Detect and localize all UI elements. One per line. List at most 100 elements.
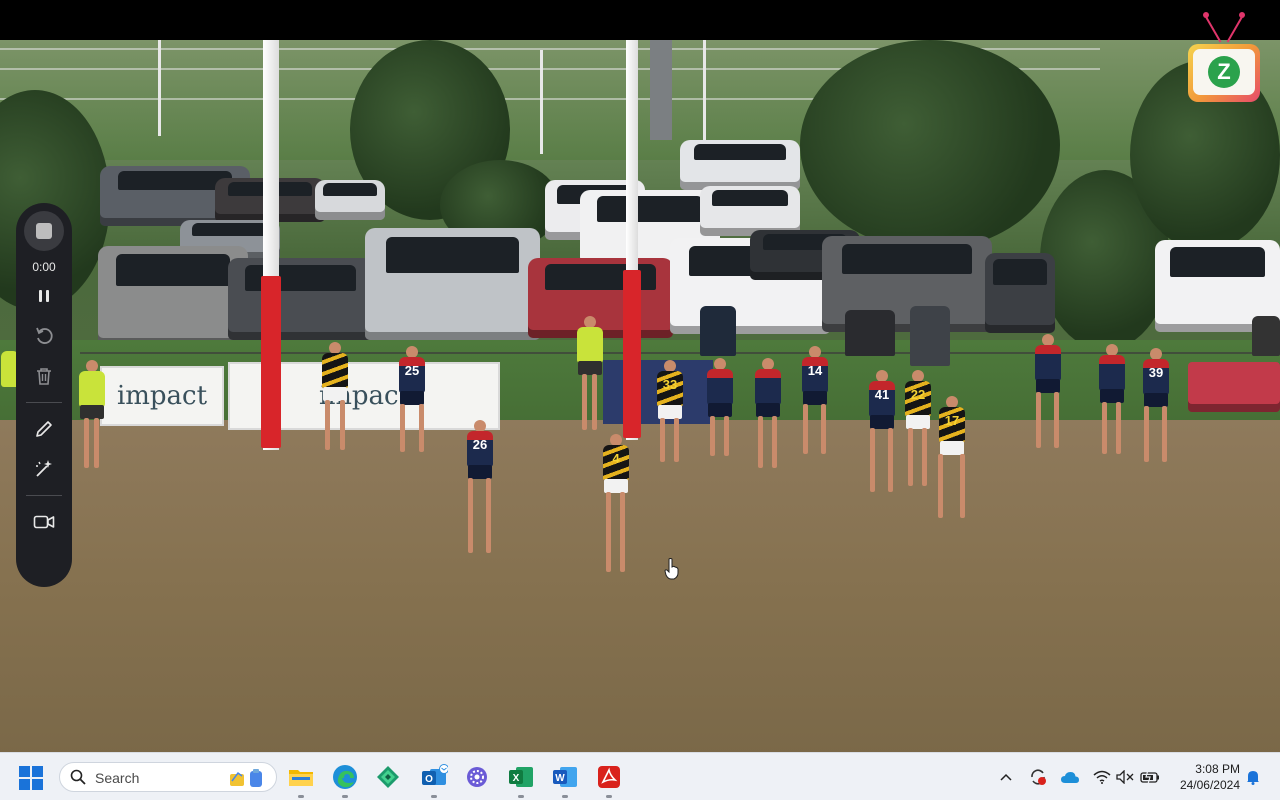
jersey-number: 4: [603, 445, 629, 481]
edge-icon: [333, 765, 357, 789]
taskbar-app-acrobat[interactable]: [593, 761, 625, 798]
trash-icon: [37, 368, 51, 385]
wifi-icon: [1093, 770, 1111, 784]
windows-logo-icon: [32, 779, 43, 790]
taskbar-app-outlook[interactable]: O: [418, 761, 450, 798]
svg-text:X: X: [513, 773, 520, 784]
notifications-button[interactable]: [1243, 767, 1263, 787]
jersey-number: 22: [905, 381, 931, 417]
spectator: [1252, 316, 1280, 356]
parked-car: [228, 258, 373, 340]
toolbar-divider: [26, 495, 62, 496]
jersey-number: 14: [802, 357, 828, 393]
player-tigers: [315, 342, 355, 472]
tray-wifi-button[interactable]: [1092, 767, 1112, 787]
player-tigers: 33: [650, 360, 690, 480]
excel-icon: X: [509, 767, 533, 787]
tray-onedrive-button[interactable]: [1060, 767, 1080, 787]
camera-icon: [33, 515, 55, 529]
delete-recording-button[interactable]: [24, 356, 64, 396]
taskbar-app-word[interactable]: W: [549, 761, 581, 798]
tray-battery-button[interactable]: [1140, 767, 1160, 787]
hand-cursor-icon: [664, 558, 679, 580]
word-icon: W: [553, 767, 577, 787]
clock-time: 3:08 PM: [1195, 762, 1240, 776]
tree: [800, 40, 1060, 250]
player-demons: [1030, 334, 1066, 454]
bell-icon: [1247, 771, 1259, 785]
billboard-car: [1188, 362, 1280, 412]
pause-icon: [39, 290, 49, 302]
player-demons: 14: [795, 346, 835, 466]
jersey-number: 17: [939, 407, 965, 443]
show-hidden-icons-button[interactable]: [996, 767, 1016, 787]
light-pole: [650, 40, 672, 140]
windows-taskbar: Search O X W 3:08 PM 24/06/2024: [0, 752, 1280, 800]
file-explorer-icon: [289, 770, 313, 786]
start-button[interactable]: [18, 765, 44, 791]
jersey-number: 25: [399, 357, 425, 393]
player-tigers: 22: [900, 370, 936, 500]
clock-date: 24/06/2024: [1179, 778, 1240, 792]
parked-car: [365, 228, 540, 340]
player-demons: [700, 358, 740, 458]
parked-car: [315, 180, 385, 220]
player-demons: 39: [1136, 348, 1176, 478]
spectator: [910, 306, 950, 366]
video-player[interactable]: impact impact 25 26 4 33 14 41 22 17 39: [0, 40, 1280, 752]
tray-sync-button[interactable]: [1028, 767, 1048, 787]
taskbar-app-edge[interactable]: [329, 761, 361, 798]
taskbar-search[interactable]: Search: [59, 762, 277, 792]
goal-post-pad: [623, 270, 641, 438]
taskbar-app-diamond[interactable]: [372, 761, 404, 793]
clear-drawing-button[interactable]: [24, 449, 64, 489]
stop-recording-button[interactable]: [24, 211, 64, 251]
windows-logo-icon: [32, 766, 43, 777]
search-icon: [70, 769, 86, 785]
pause-recording-button[interactable]: [24, 276, 64, 316]
volume-muted-icon: [1116, 770, 1134, 784]
boundary-fence: [80, 352, 1260, 354]
player-demons: 26: [460, 420, 500, 580]
taskbar-app-copilot[interactable]: [461, 761, 493, 793]
jersey-number: 26: [467, 431, 493, 467]
magic-wand-icon: [36, 460, 52, 477]
svg-text:W: W: [555, 773, 565, 784]
jersey-number: 41: [869, 381, 895, 417]
toolbar-divider: [26, 402, 62, 403]
channel-logo: Z: [1186, 10, 1262, 104]
app-diamond-icon: [377, 766, 399, 788]
jersey-number: 33: [657, 371, 683, 407]
parked-car: [700, 186, 800, 236]
recording-timer: 0:00: [32, 260, 56, 274]
tray-volume-button[interactable]: [1115, 767, 1135, 787]
jersey-number: 39: [1143, 359, 1169, 395]
windows-logo-icon: [19, 779, 30, 790]
background-post: [158, 40, 161, 136]
taskbar-app-excel[interactable]: X: [505, 761, 537, 798]
draw-button[interactable]: [24, 409, 64, 449]
sponsor-banner: impact: [100, 366, 224, 426]
parked-car: [985, 253, 1055, 333]
player-demons: 41: [862, 370, 902, 510]
screen-recorder-toolbar: 0:00: [16, 203, 72, 587]
chevron-up-icon: [1000, 773, 1012, 781]
banner-text: impact: [116, 381, 208, 411]
parked-car: [680, 140, 800, 190]
background-post: [540, 50, 543, 154]
outlook-icon: O: [422, 764, 448, 785]
search-label: Search: [95, 770, 140, 786]
spectator: [845, 310, 895, 356]
background-post: [703, 40, 706, 140]
search-highlight-icon: [230, 769, 262, 787]
pen-icon: [36, 421, 52, 437]
taskbar-app-file-explorer[interactable]: [285, 761, 317, 798]
camera-button[interactable]: [24, 502, 64, 542]
background-field: [0, 40, 1280, 160]
acrobat-icon: [598, 766, 620, 788]
goal-post-pad: [261, 276, 281, 448]
player-demons: [1094, 344, 1130, 464]
taskbar-clock[interactable]: 3:08 PM 24/06/2024: [1168, 761, 1240, 793]
restart-recording-button[interactable]: [24, 316, 64, 356]
cloud-icon: [1061, 772, 1079, 783]
